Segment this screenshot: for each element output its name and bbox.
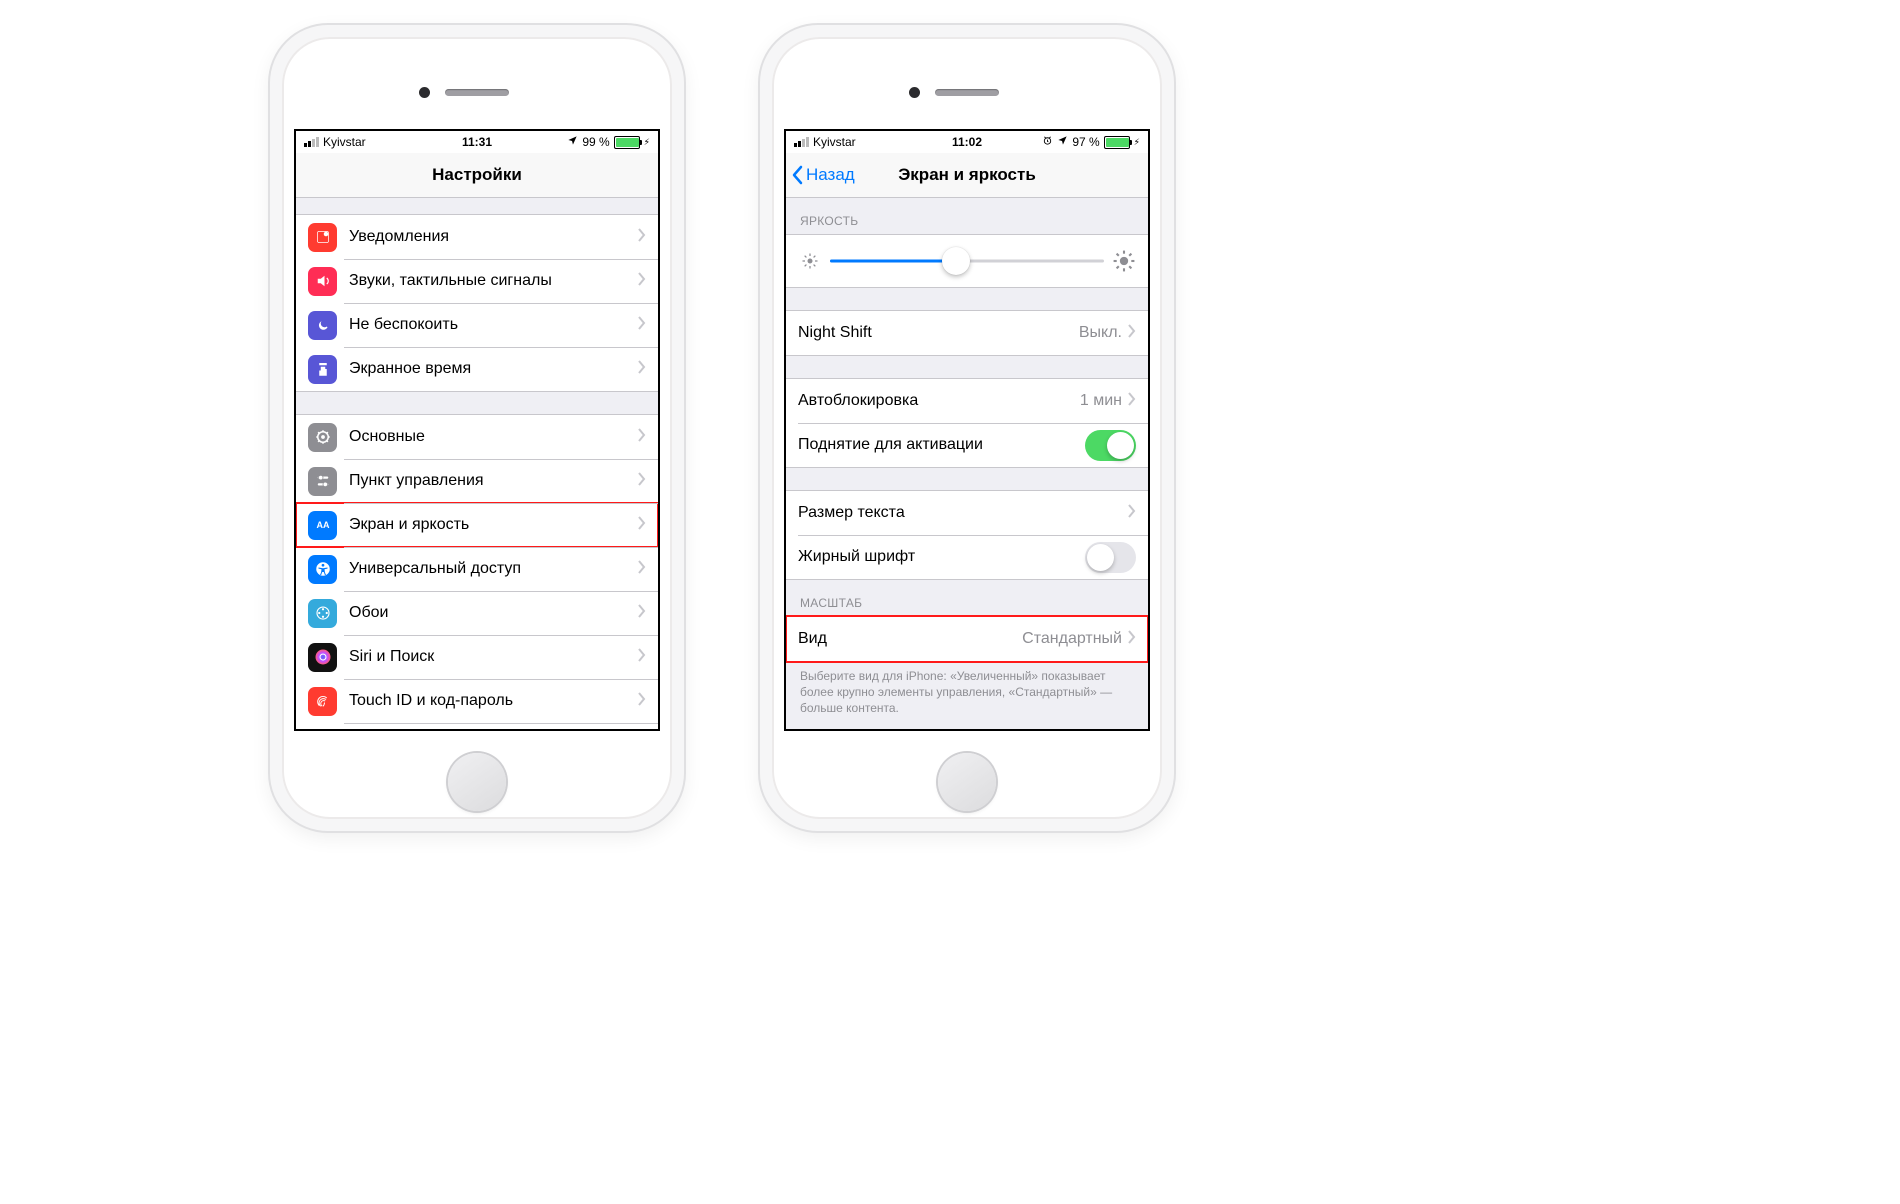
wallpaper-icon xyxy=(308,599,337,628)
earpiece xyxy=(935,89,999,96)
status-bar: Kyivstar 11:31 99 % ⚡︎ xyxy=(296,131,658,153)
settings-row-siri[interactable]: Siri и Поиск xyxy=(296,635,658,679)
back-label: Назад xyxy=(806,165,855,185)
row-label: Уведомления xyxy=(349,228,638,246)
chevron-right-icon xyxy=(1128,630,1136,649)
settings-row-control[interactable]: Пункт управления xyxy=(296,459,658,503)
chevron-right-icon xyxy=(638,516,646,535)
row-label: Touch ID и код-пароль xyxy=(349,692,638,710)
battery-icon xyxy=(614,136,640,149)
night-shift-row[interactable]: Night Shift Выкл. xyxy=(786,311,1148,355)
settings-row-dnd[interactable]: Не беспокоить xyxy=(296,303,658,347)
view-row[interactable]: Вид Стандартный xyxy=(786,617,1148,661)
row-label: Универсальный доступ xyxy=(349,560,638,578)
bold-label: Жирный шрифт xyxy=(798,548,1085,566)
night-shift-label: Night Shift xyxy=(798,324,1079,342)
chevron-right-icon xyxy=(638,648,646,667)
siri-icon xyxy=(308,643,337,672)
row-label: Обои xyxy=(349,604,638,622)
settings-row-display[interactable]: AA Экран и яркость xyxy=(296,503,658,547)
row-label: Не беспокоить xyxy=(349,316,638,334)
control-icon xyxy=(308,467,337,496)
general-icon xyxy=(308,423,337,452)
chevron-right-icon xyxy=(638,428,646,447)
display-content[interactable]: ЯРКОСТЬ Night Shift Выкл. xyxy=(786,198,1148,730)
settings-row-touchid[interactable]: Touch ID и код-пароль xyxy=(296,679,658,723)
view-label: Вид xyxy=(798,630,1022,648)
zoom-footer: Выберите вид для iPhone: «Увеличенный» п… xyxy=(786,662,1148,721)
earpiece xyxy=(445,89,509,96)
row-label: Основные xyxy=(349,428,638,446)
page-title: Настройки xyxy=(432,165,522,185)
status-bar: Kyivstar 11:02 97 % ⚡︎ xyxy=(786,131,1148,153)
iphone-frame-right: Kyivstar 11:02 97 % ⚡︎ Назад Экра xyxy=(760,25,1174,831)
autolock-value: 1 мин xyxy=(1080,392,1122,410)
chevron-right-icon xyxy=(638,604,646,623)
settings-row-accessibility[interactable]: Универсальный доступ xyxy=(296,547,658,591)
settings-content[interactable]: Уведомления Звуки, тактильные сигналы Не б… xyxy=(296,198,658,730)
nav-bar: Назад Экран и яркость xyxy=(786,153,1148,198)
row-label: Пункт управления xyxy=(349,472,638,490)
home-button[interactable] xyxy=(938,753,996,811)
bold-text-row: Жирный шрифт xyxy=(786,535,1148,579)
front-camera xyxy=(909,87,920,98)
row-label: Звуки, тактильные сигналы xyxy=(349,272,638,290)
notifications-icon xyxy=(308,223,337,252)
sun-large-icon xyxy=(1112,249,1137,274)
row-label: Экранное время xyxy=(349,360,638,378)
chevron-right-icon xyxy=(638,472,646,491)
bold-switch[interactable] xyxy=(1085,542,1136,573)
touchid-icon xyxy=(308,687,337,716)
clock-label: 11:31 xyxy=(296,135,658,149)
sun-small-icon xyxy=(800,251,820,271)
chevron-right-icon xyxy=(638,692,646,711)
text-size-row[interactable]: Размер текста xyxy=(786,491,1148,535)
raise-to-wake-row: Поднятие для активации xyxy=(786,423,1148,467)
settings-row-wallpaper[interactable]: Обои xyxy=(296,591,658,635)
screen-right: Kyivstar 11:02 97 % ⚡︎ Назад Экра xyxy=(784,129,1150,731)
settings-row-notifications[interactable]: Уведомления xyxy=(296,215,658,259)
chevron-right-icon xyxy=(1128,504,1136,523)
night-shift-value: Выкл. xyxy=(1079,324,1122,342)
row-label: Siri и Поиск xyxy=(349,648,638,666)
chevron-right-icon xyxy=(638,316,646,335)
iphone-frame-left: Kyivstar 11:31 99 % ⚡︎ Настройки Уведомл… xyxy=(270,25,684,831)
screen-left: Kyivstar 11:31 99 % ⚡︎ Настройки Уведомл… xyxy=(294,129,660,731)
dnd-icon xyxy=(308,311,337,340)
back-button[interactable]: Назад xyxy=(790,165,855,185)
autolock-label: Автоблокировка xyxy=(798,392,1080,410)
settings-row-screentime[interactable]: Экранное время xyxy=(296,347,658,391)
chevron-right-icon xyxy=(638,228,646,247)
settings-row-sounds[interactable]: Звуки, тактильные сигналы xyxy=(296,259,658,303)
screentime-icon xyxy=(308,355,337,384)
clock-label: 11:02 xyxy=(786,135,1148,149)
view-value: Стандартный xyxy=(1022,630,1122,648)
chevron-right-icon xyxy=(638,360,646,379)
accessibility-icon xyxy=(308,555,337,584)
chevron-right-icon xyxy=(1128,324,1136,343)
raise-label: Поднятие для активации xyxy=(798,436,1085,454)
battery-icon xyxy=(1104,136,1130,149)
chevron-right-icon xyxy=(1128,392,1136,411)
brightness-slider-row xyxy=(786,235,1148,287)
chevron-right-icon xyxy=(638,272,646,291)
brightness-header: ЯРКОСТЬ xyxy=(786,198,1148,234)
settings-row-sos[interactable]: SOSЭкстренный вызов — SOS xyxy=(296,723,658,730)
raise-switch[interactable] xyxy=(1085,430,1136,461)
settings-row-general[interactable]: Основные xyxy=(296,415,658,459)
text-size-label: Размер текста xyxy=(798,504,1128,522)
row-label: Экран и яркость xyxy=(349,516,638,534)
svg-text:AA: AA xyxy=(316,520,329,530)
brightness-slider[interactable] xyxy=(830,247,1104,275)
home-button[interactable] xyxy=(448,753,506,811)
autolock-row[interactable]: Автоблокировка 1 мин xyxy=(786,379,1148,423)
chevron-right-icon xyxy=(638,560,646,579)
page-title: Экран и яркость xyxy=(898,165,1036,185)
sounds-icon xyxy=(308,267,337,296)
zoom-header: МАСШТАБ xyxy=(786,580,1148,616)
nav-bar: Настройки xyxy=(296,153,658,198)
display-icon: AA xyxy=(308,511,337,540)
front-camera xyxy=(419,87,430,98)
